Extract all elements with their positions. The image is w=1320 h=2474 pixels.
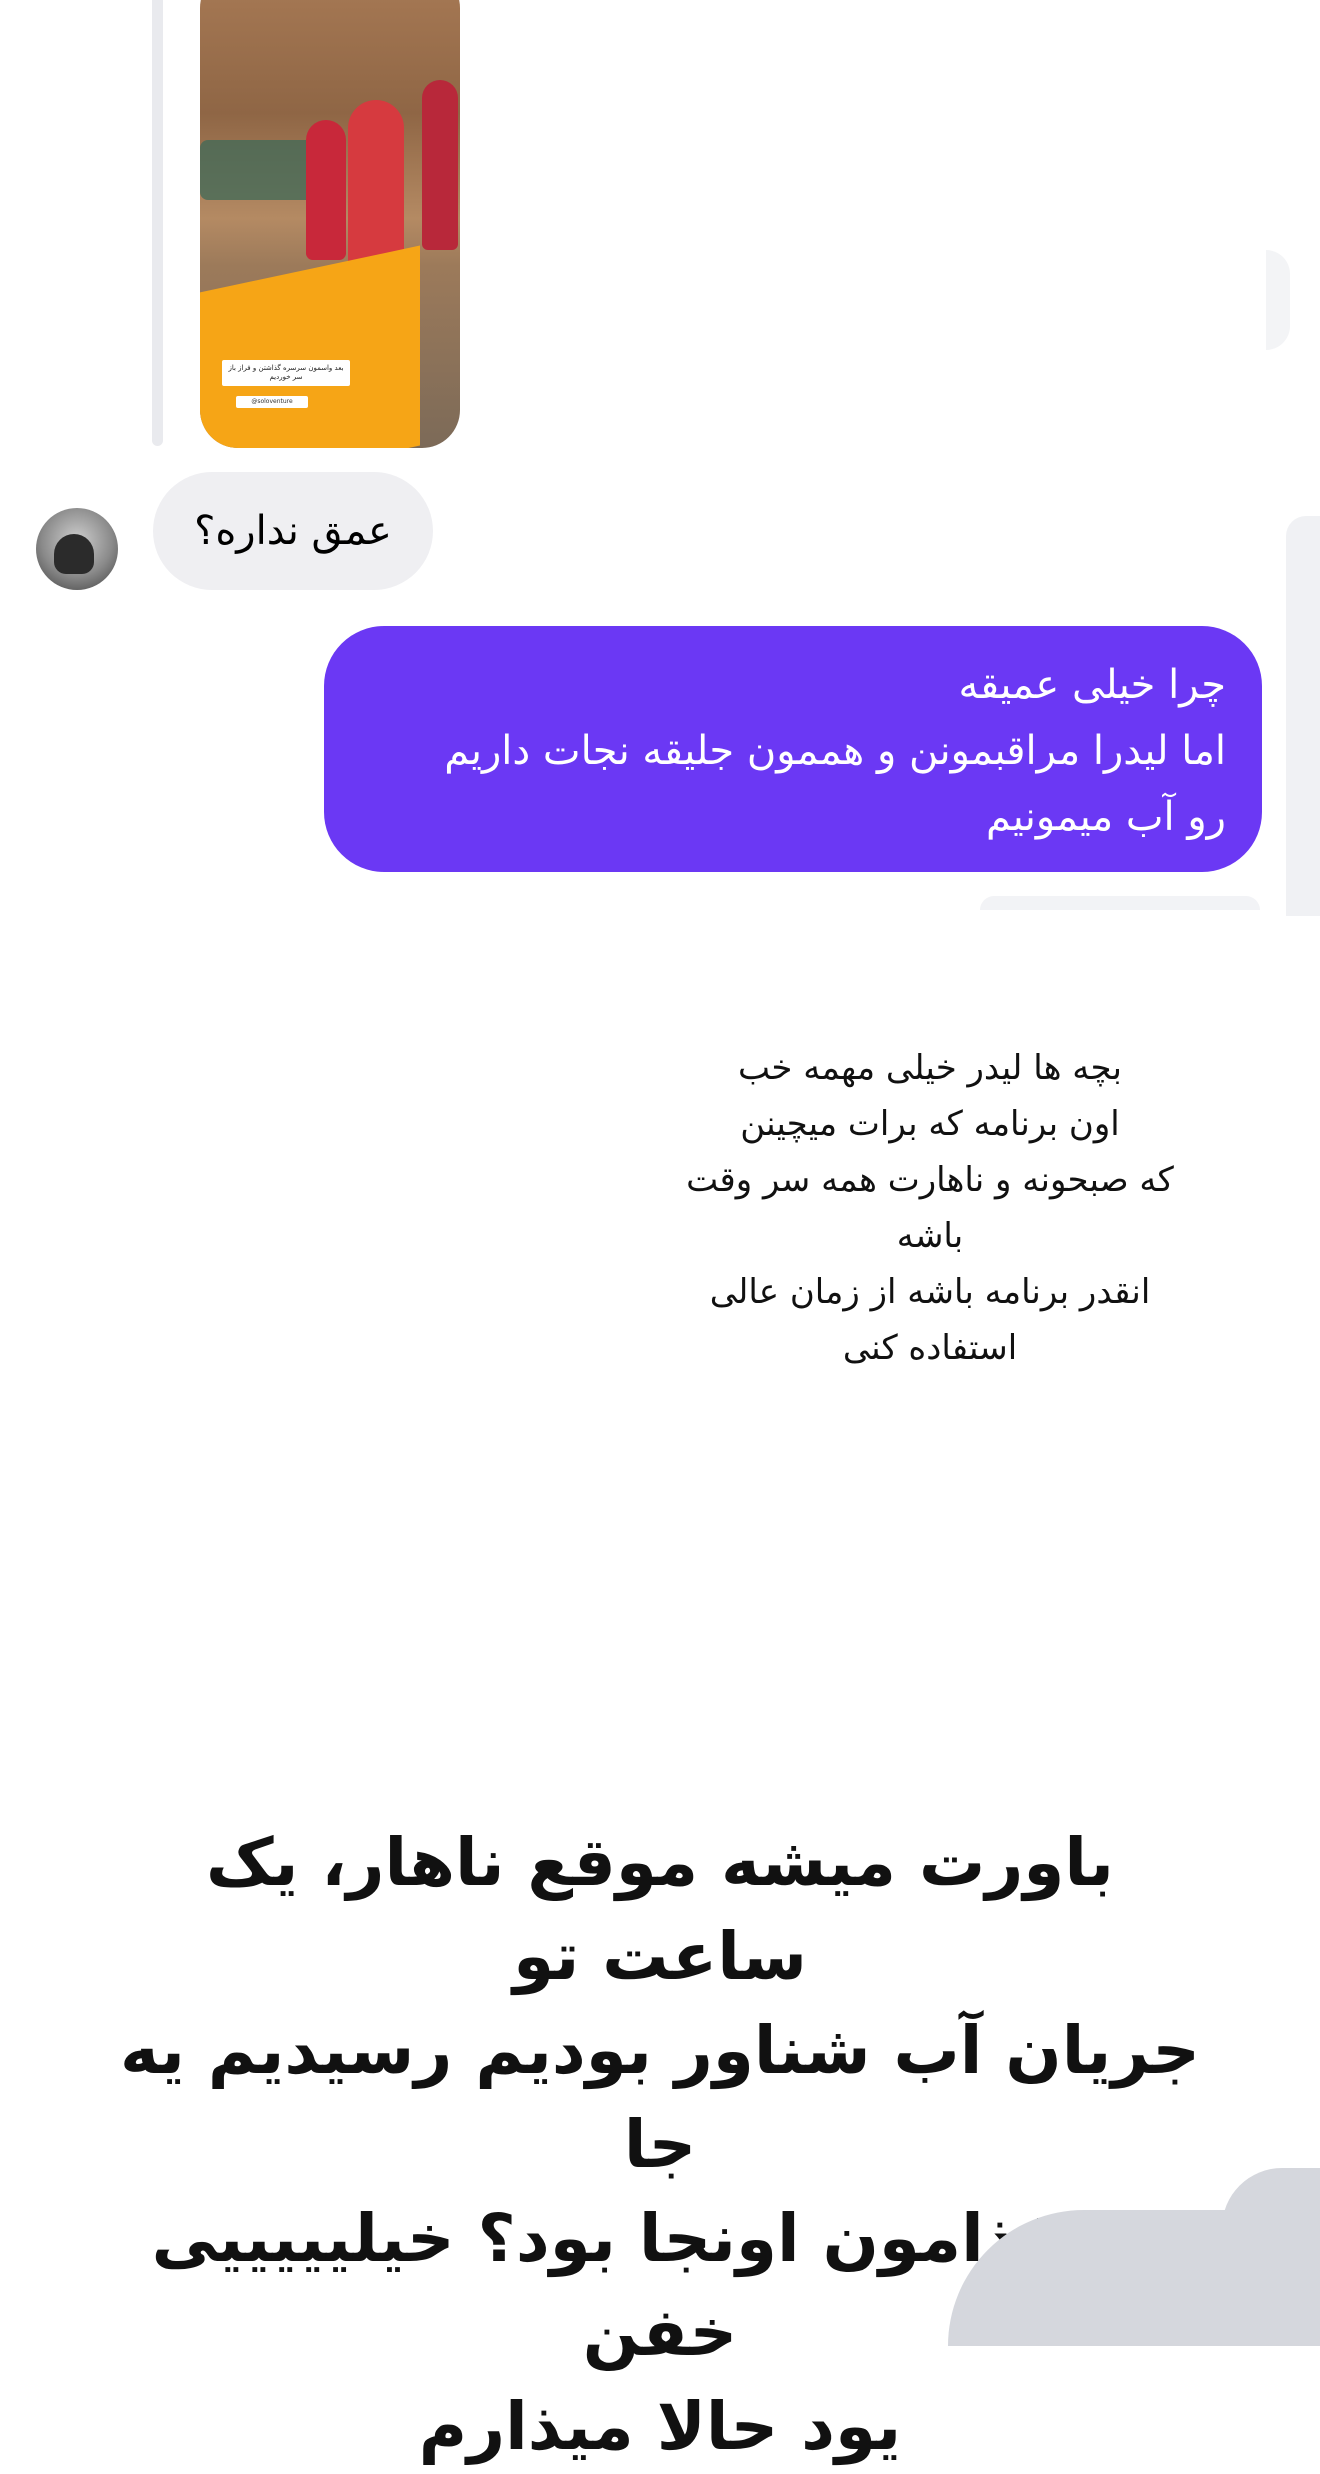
- story-sticker-text: بعد واسمون سرسره گذاشتن و فراز باز سر خو…: [222, 360, 350, 386]
- caption-line: جریان آب شناور بودیم رسیدیم یه جا: [120, 2012, 1200, 2183]
- message-line: رو آب میمونیم: [986, 794, 1226, 840]
- caption-line: بچه ها لیدر خیلی مهمه خب: [738, 1048, 1122, 1088]
- caption-line: باورت میشه موقع ناهار، یک ساعت تو: [206, 1824, 1114, 1995]
- shared-story-thumbnail[interactable]: بعد واسمون سرسره گذاشتن و فراز باز سر خو…: [200, 0, 460, 448]
- incoming-message-bubble[interactable]: عمق نداره؟: [153, 472, 433, 590]
- avatar-figure: [54, 534, 94, 574]
- story-photo-person: [306, 120, 346, 260]
- avatar[interactable]: [36, 508, 118, 590]
- caption-line: باشه: [896, 1216, 964, 1256]
- story-photo-person: [348, 100, 404, 270]
- decorative-edge-bump: [1266, 250, 1290, 350]
- caption-line: انقدر برنامه باشه از زمان عالی: [709, 1272, 1151, 1312]
- story-photo-orange-slide: [200, 245, 420, 448]
- message-line: چرا خیلی عمیقه: [958, 662, 1226, 708]
- message-line: اما لیدرا مراقبمونن و هممون جلیقه نجات د…: [444, 728, 1226, 774]
- story-photo-person: [422, 80, 458, 250]
- caption-line: یود حالا میذارم: [418, 2388, 902, 2465]
- decorative-edge-strip: [1286, 516, 1320, 916]
- story-caption-small: بچه ها لیدر خیلی مهمه خب اون برنامه که ب…: [620, 1040, 1240, 1376]
- caption-line: که صبحونه و ناهارت همه سر وقت: [686, 1160, 1174, 1200]
- outgoing-message-bubble[interactable]: چرا خیلی عمیقه اما لیدرا مراقبمونن و همم…: [324, 626, 1262, 872]
- story-photo-water: [200, 140, 320, 200]
- story-mention-tag[interactable]: @soloventure: [236, 396, 308, 408]
- caption-line: اون برنامه که برات میچینن: [740, 1104, 1120, 1144]
- story-caption-large: باورت میشه موقع ناهار، یک ساعت تو جریان …: [100, 1816, 1220, 2474]
- caption-line: استفاده کنی: [842, 1328, 1018, 1368]
- story-reply-bar: [152, 0, 163, 446]
- decorative-arc: [980, 896, 1260, 910]
